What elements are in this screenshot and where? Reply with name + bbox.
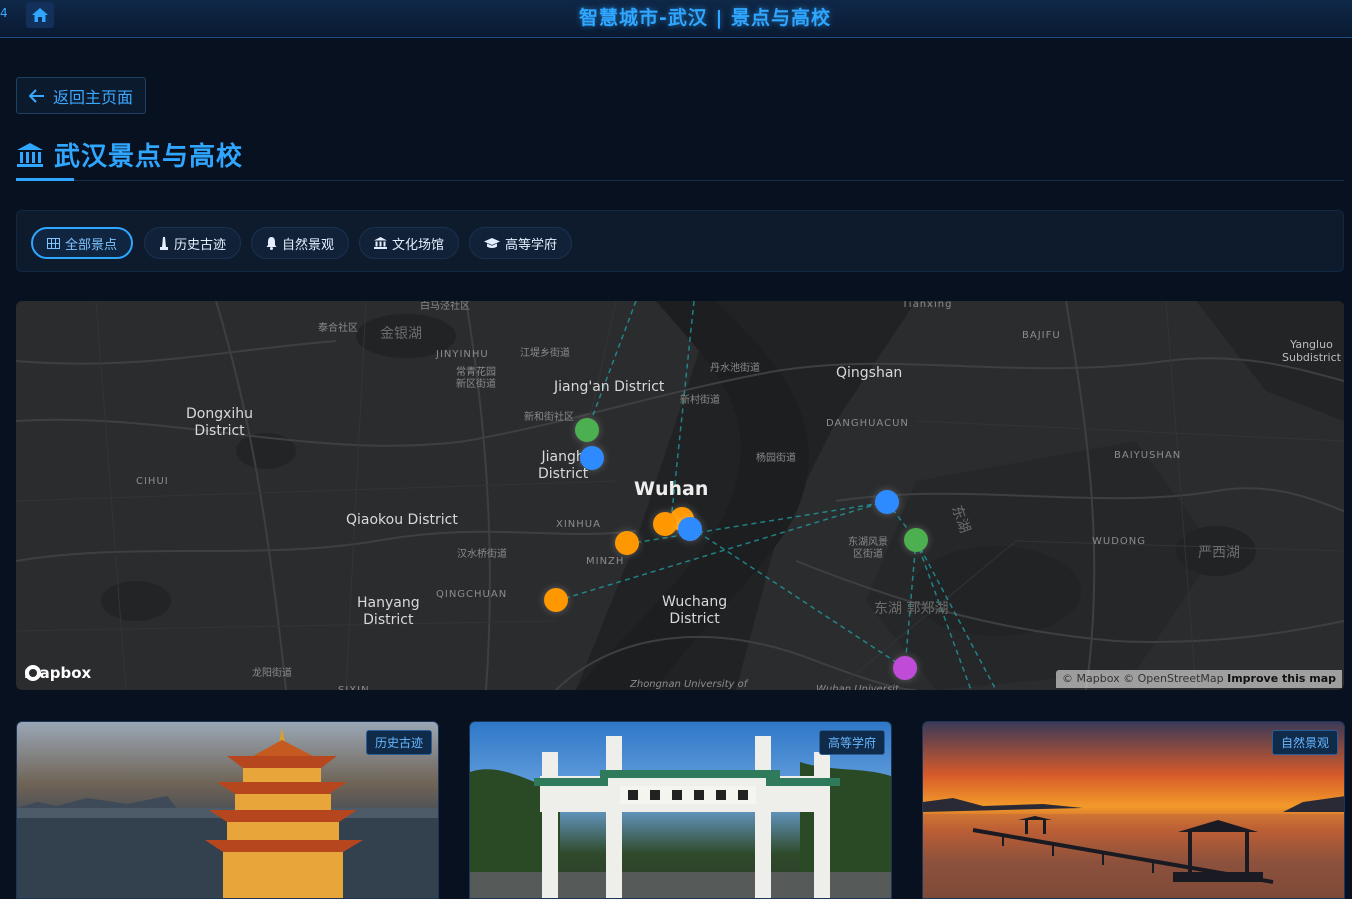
filter-chip-label: 高等学府	[505, 237, 558, 253]
filter-chip-all[interactable]: 全部景点	[31, 227, 134, 259]
back-button-label: 返回主页面	[53, 87, 134, 107]
map-label-jinyinhu: JINYINHU	[436, 349, 489, 360]
museum-icon	[374, 237, 387, 249]
mapbox-logo[interactable]: mapbox	[24, 664, 91, 682]
arrow-left-icon	[29, 88, 44, 103]
improve-map-link[interactable]: Improve this map	[1227, 672, 1336, 685]
map-label-yanxi-cn: 严西湖	[1198, 545, 1240, 561]
map-label-dongxihu: Dongxihu District	[186, 406, 254, 439]
map-label-donghu-feng-cn: 东湖风景 区街道	[848, 537, 888, 560]
filter-chip-history[interactable]: 历史古迹	[144, 227, 242, 259]
map-label-longyang-cn: 龙阳街道	[252, 668, 292, 679]
map-label-hanzheng-cn: 汉水桥街道	[457, 549, 507, 560]
app-title: 智慧城市-武汉 | 景点与高校	[578, 7, 832, 29]
map-marker-orange[interactable]	[615, 531, 639, 555]
map-label-jiangdi-cn: 江堤乡街道	[520, 348, 570, 359]
map-marker-orange[interactable]	[653, 512, 677, 536]
card-category-badge: 自然景观	[1271, 730, 1338, 755]
map-marker-orange[interactable]	[544, 588, 568, 612]
map-label-zhongnan: Zhongnan University of	[630, 679, 748, 690]
filter-chip-culture[interactable]: 文化场馆	[359, 227, 460, 259]
map-label-qingchuan: QINGCHUAN	[436, 589, 508, 600]
back-to-home-button[interactable]: 返回主页面	[16, 77, 146, 114]
monument-icon	[160, 236, 168, 250]
map-attribution: © Mapbox © OpenStreetMap Improve this ma…	[1056, 670, 1342, 688]
map-label-taihe-cn: 泰合社区	[318, 323, 358, 334]
card-category-badge: 高等学府	[818, 730, 885, 755]
graduation-cap-icon	[484, 237, 500, 248]
map-marker-blue[interactable]	[678, 517, 702, 541]
page-title: 武汉景点与高校	[16, 136, 243, 173]
map-label-donghu-cn: 东湖 郭郑湖	[874, 601, 949, 617]
card-category-badge: 历史古迹	[365, 730, 432, 755]
landmark-icon	[17, 142, 43, 167]
filter-chip-university[interactable]: 高等学府	[469, 227, 573, 259]
filter-chip-label: 文化场馆	[392, 237, 445, 253]
map-label-baima-cn: 白马泾社区	[420, 301, 470, 312]
filter-chip-label: 全部景点	[65, 237, 118, 253]
title-divider	[16, 180, 1344, 181]
filter-chip-label: 历史古迹	[174, 237, 227, 253]
attraction-card[interactable]: 历史古迹	[16, 721, 439, 899]
map-label-qingshan: Qingshan	[836, 365, 903, 381]
map-label-wudong: WUDONG	[1092, 536, 1147, 547]
map-label-qiaokou: Qiaokou District	[346, 512, 458, 528]
page-title-text: 武汉景点与高校	[54, 142, 244, 172]
map-label-jiangan: Jiang'an District	[554, 379, 665, 395]
bell-icon	[266, 236, 277, 250]
map-label-xincun-cn: 新村街道	[680, 395, 720, 406]
map-label-changqing-cn: 常青花园 新区街道	[456, 367, 496, 390]
map-view[interactable]: Dongxihu District Jiang'an District Jian…	[16, 301, 1344, 690]
map-label-xinhua: XINHUA	[556, 519, 601, 530]
map-label-danshui-cn: 丹水池街道	[710, 363, 760, 374]
map-label-wuchang: Wuchang District	[662, 594, 728, 627]
category-filter-bar: 全部景点 历史古迹 自然景观 文化场馆 高等学府	[16, 210, 1344, 272]
grid-icon	[47, 237, 60, 249]
map-marker-green[interactable]	[575, 418, 599, 442]
attraction-card[interactable]: 高等学府	[469, 721, 892, 899]
map-label-bajifu: BAJIFU	[1022, 330, 1061, 341]
mapbox-icon	[25, 665, 41, 681]
map-label-yangyuan-cn: 杨园街道	[756, 453, 796, 464]
filter-chip-label: 自然景观	[282, 237, 335, 253]
filter-chip-nature[interactable]: 自然景观	[251, 227, 350, 259]
map-marker-purple[interactable]	[893, 656, 917, 680]
title-underline	[16, 178, 74, 181]
top-bar: 4 智慧城市-武汉 | 景点与高校	[0, 0, 1352, 38]
map-marker-blue[interactable]	[580, 446, 604, 470]
map-label-danghuacun: DANGHUACUN	[826, 418, 909, 429]
map-label-hanyang: Hanyang District	[357, 595, 420, 628]
map-label-yangluo: Yangluo Subdistrict	[1282, 338, 1341, 364]
map-label-wuhan-university: Wuhan Universit	[816, 684, 899, 690]
map-marker-green[interactable]	[904, 528, 928, 552]
map-label-cihui: CIHUI	[136, 476, 169, 487]
map-label-jinyinhu-cn: 金银湖	[380, 326, 422, 342]
map-label-wuhan: Wuhan	[634, 478, 709, 500]
map-label-minzhu: MINZH	[586, 556, 625, 567]
map-label-xinhe-cn: 新和街社区	[524, 412, 574, 423]
map-label-baiyushan: BAIYUSHAN	[1114, 450, 1182, 461]
attraction-card[interactable]: 自然景观	[922, 721, 1345, 899]
map-label-tianxing: Tianxing	[902, 301, 953, 310]
map-label-sixin: SIXIN	[338, 682, 370, 690]
map-marker-blue[interactable]	[875, 490, 899, 514]
attribution-text[interactable]: © Mapbox © OpenStreetMap	[1062, 672, 1224, 685]
